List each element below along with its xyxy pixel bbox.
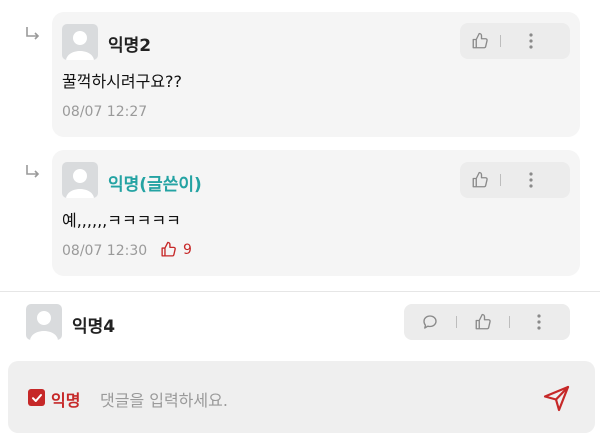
comment-author[interactable]: 익명2 xyxy=(108,31,151,56)
comment-author-writer[interactable]: 익명(글쓴이) xyxy=(108,170,202,195)
thumbs-up-icon xyxy=(475,313,491,330)
more-button[interactable] xyxy=(510,304,568,340)
reply-arrow-icon xyxy=(26,165,40,178)
like-button[interactable] xyxy=(460,162,500,198)
anonymous-label[interactable]: 익명 xyxy=(51,387,80,411)
comment-card: 익명(글쓴이) 예,,,,,,ㅋㅋㅋㅋㅋ 08/07 12:30 9 xyxy=(52,150,580,276)
thumbs-up-icon xyxy=(161,241,176,257)
comment-time: 08/07 12:30 xyxy=(62,243,148,259)
comment-actions xyxy=(460,162,570,198)
more-vertical-icon xyxy=(529,33,533,49)
comment-author[interactable]: 익명4 xyxy=(72,312,115,337)
comment-content: 예,,,,,,ㅋㅋㅋㅋㅋ xyxy=(62,211,181,230)
default-avatar-icon[interactable] xyxy=(62,24,98,60)
comment-row: 익명4 xyxy=(0,292,600,352)
comment-card: 익명2 꿀꺽하시려구요?? 08/07 12:27 xyxy=(52,12,580,137)
more-button[interactable] xyxy=(501,23,561,59)
default-avatar-icon[interactable] xyxy=(26,304,62,340)
comment-content: 꿀꺽하시려구요?? xyxy=(62,72,183,91)
reply-button[interactable] xyxy=(404,304,456,340)
like-button[interactable] xyxy=(457,304,509,340)
send-icon[interactable] xyxy=(542,383,572,413)
more-button[interactable] xyxy=(501,162,561,198)
comment-input-bar: 익명 댓글을 입력하세요. xyxy=(8,361,595,433)
check-icon xyxy=(31,393,42,402)
thumbs-up-icon xyxy=(472,171,488,188)
comment-input[interactable]: 댓글을 입력하세요. xyxy=(100,387,228,411)
speech-bubble-icon xyxy=(423,315,437,329)
like-button[interactable] xyxy=(460,23,500,59)
comment-time: 08/07 12:27 xyxy=(62,104,148,120)
comment-actions xyxy=(404,304,570,340)
anonymous-checkbox[interactable] xyxy=(28,389,45,406)
thumbs-up-icon xyxy=(472,32,488,49)
more-vertical-icon xyxy=(537,314,541,330)
like-count: 9 xyxy=(160,241,192,258)
like-count-value: 9 xyxy=(183,241,192,258)
more-vertical-icon xyxy=(529,172,533,188)
comment-actions xyxy=(460,23,570,59)
default-avatar-icon[interactable] xyxy=(62,162,98,198)
reply-arrow-icon xyxy=(26,27,40,40)
